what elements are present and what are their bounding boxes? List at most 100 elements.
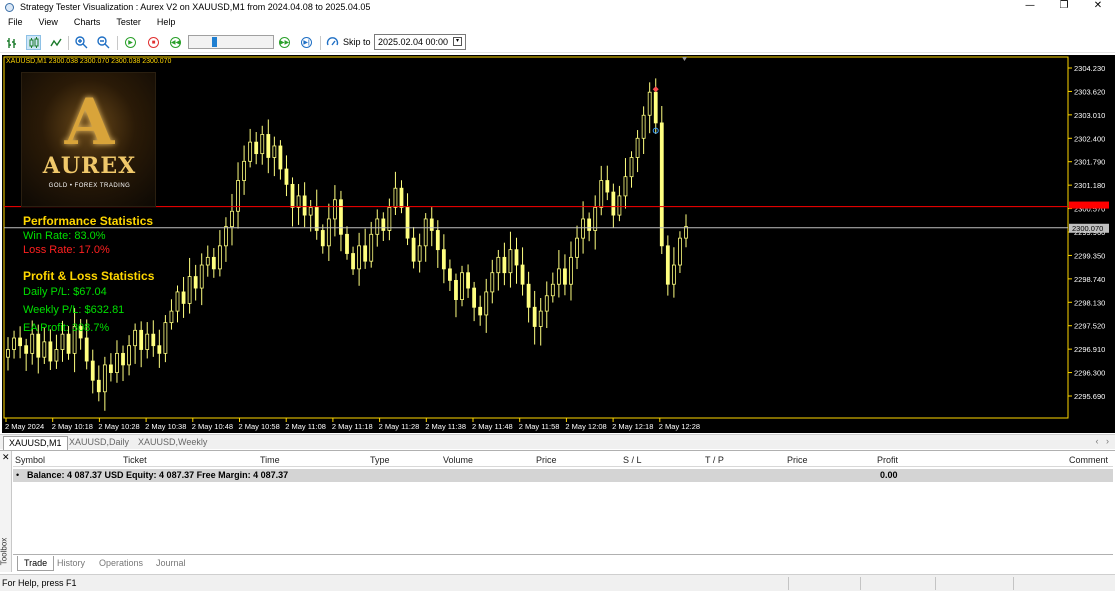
rewind-icon[interactable]: ◀◀	[168, 35, 183, 50]
candle-body	[272, 145, 277, 158]
candle-body	[671, 264, 676, 285]
time-axis-label: 2 May 11:18	[332, 422, 373, 431]
col-stop-loss[interactable]: S / L	[623, 455, 642, 465]
balance-row[interactable]: • Balance: 4 087.37 USD Equity: 4 087.37…	[13, 469, 1113, 482]
menu-help[interactable]: Help	[149, 17, 184, 27]
candle-body	[278, 145, 283, 170]
balance-profit: 0.00	[880, 470, 898, 480]
tab-xauusd-weekly[interactable]: XAUUSD,Weekly	[133, 436, 212, 450]
status-separator	[935, 577, 936, 590]
tab-xauusd-m1[interactable]: XAUUSD,M1	[3, 436, 68, 450]
col-current-price[interactable]: Price	[787, 455, 808, 465]
col-ticket[interactable]: Ticket	[123, 455, 147, 465]
candle-body	[30, 333, 35, 354]
menu-view[interactable]: View	[31, 17, 66, 27]
col-price[interactable]: Price	[536, 455, 557, 465]
slider-thumb[interactable]	[212, 37, 217, 47]
tab-trade[interactable]: Trade	[17, 556, 55, 571]
tab-journal[interactable]: Journal	[150, 556, 192, 571]
tab-operations[interactable]: Operations	[93, 556, 149, 571]
col-volume[interactable]: Volume	[443, 455, 473, 465]
candle-body	[339, 199, 343, 235]
skip-to-date-input[interactable]: 2025.02.04 00:00 ▾	[374, 34, 466, 50]
candle-body	[502, 256, 507, 274]
candle-chart-icon[interactable]	[26, 35, 41, 50]
stop-icon[interactable]: ■	[146, 35, 161, 50]
toolbox-close-icon[interactable]: ✕	[2, 452, 10, 463]
zoom-out-icon[interactable]	[96, 35, 111, 50]
candle-body	[684, 226, 688, 239]
candle-body	[224, 226, 228, 247]
bar-chart-icon[interactable]	[4, 35, 19, 50]
candle-body	[538, 310, 543, 327]
strategy-tester-window: Strategy Tester Visualization : Aurex V2…	[0, 0, 1115, 591]
candle-body	[127, 345, 131, 366]
candle-body	[599, 180, 604, 208]
candle-body	[296, 195, 301, 208]
col-take-profit[interactable]: T / P	[705, 455, 724, 465]
time-axis-label: 2 May 11:08	[285, 422, 326, 431]
candle-body	[575, 237, 579, 258]
balance-row-bullet: •	[16, 470, 20, 480]
col-profit[interactable]: Profit	[877, 455, 898, 465]
chart-tabs: XAUUSD,M1 XAUUSD,Daily XAUUSD,Weekly ‹ ›	[0, 434, 1115, 450]
candle-body	[199, 264, 204, 289]
tab-xauusd-daily[interactable]: XAUUSD,Daily	[64, 436, 134, 450]
candle-body	[24, 345, 29, 354]
menu-file[interactable]: File	[0, 17, 31, 27]
time-axis-label: 2 May 10:48	[192, 422, 233, 431]
candle-body	[405, 207, 410, 239]
candle-body	[478, 306, 483, 316]
performance-stats: Performance Statistics Win Rate: 83.0% L…	[23, 214, 153, 256]
tab-history[interactable]: History	[51, 556, 91, 571]
zoom-in-icon[interactable]	[74, 35, 89, 50]
candle-body	[623, 176, 628, 197]
candle-body	[526, 283, 531, 308]
candle-body	[423, 218, 428, 247]
win-rate: Win Rate: 83.0%	[23, 230, 106, 242]
menu-bar: File View Charts Tester Help	[0, 15, 1115, 29]
menu-charts[interactable]: Charts	[66, 17, 109, 27]
candle-body	[42, 341, 47, 358]
candle-body	[569, 256, 573, 285]
candle-body	[109, 364, 113, 373]
price-chart[interactable]: 2304.230 2303.620 2303.010 2302.400 2301.790…	[2, 55, 1115, 433]
candle-body	[678, 237, 682, 266]
line-chart-icon[interactable]	[48, 35, 63, 50]
col-comment[interactable]: Comment	[1069, 455, 1108, 465]
maximize-button[interactable]: ❐	[1047, 0, 1081, 14]
calendar-dropdown-icon[interactable]: ▾	[453, 37, 462, 46]
col-symbol[interactable]: Symbol	[15, 455, 45, 465]
candle-body	[593, 207, 598, 231]
minimize-button[interactable]: —	[1013, 0, 1047, 14]
candle-body	[454, 279, 458, 300]
logo-brand: AUREX	[42, 153, 137, 179]
candle-body	[466, 272, 470, 289]
candle-body	[387, 207, 392, 231]
candle-body	[635, 137, 640, 158]
time-axis-label: 2 May 12:18	[612, 422, 653, 431]
tab-scroll-arrows[interactable]: ‹ ›	[1096, 436, 1110, 446]
speed-slider[interactable]	[188, 35, 274, 49]
toolbar: ▶ ■ ◀◀ ▶▶ ▶|	[0, 31, 1115, 53]
time-axis-label: 2 May 2024	[5, 422, 44, 431]
status-bar: For Help, press F1	[0, 574, 1115, 591]
candle-body	[254, 141, 259, 155]
skip-to-icon[interactable]	[325, 35, 340, 50]
close-button[interactable]: ✕	[1081, 0, 1115, 14]
candle-body	[514, 249, 519, 266]
col-type[interactable]: Type	[370, 455, 390, 465]
fast-forward-icon[interactable]: ▶▶	[277, 35, 292, 50]
col-time[interactable]: Time	[260, 455, 280, 465]
status-separator	[860, 577, 861, 590]
time-axis-label: 2 May 12:28	[659, 422, 700, 431]
candle-body	[12, 337, 16, 350]
candle-body	[520, 264, 525, 285]
window-title: Strategy Tester Visualization : Aurex V2…	[20, 2, 371, 12]
candlestick-chart-canvas[interactable]: 2304.230 2303.620 2303.010 2302.400 2301.790…	[2, 55, 1115, 433]
candle-body	[266, 134, 271, 158]
candle-body	[151, 333, 156, 347]
play-icon[interactable]: ▶	[123, 35, 138, 50]
menu-tester[interactable]: Tester	[108, 17, 149, 27]
skip-end-icon[interactable]: ▶|	[299, 35, 314, 50]
